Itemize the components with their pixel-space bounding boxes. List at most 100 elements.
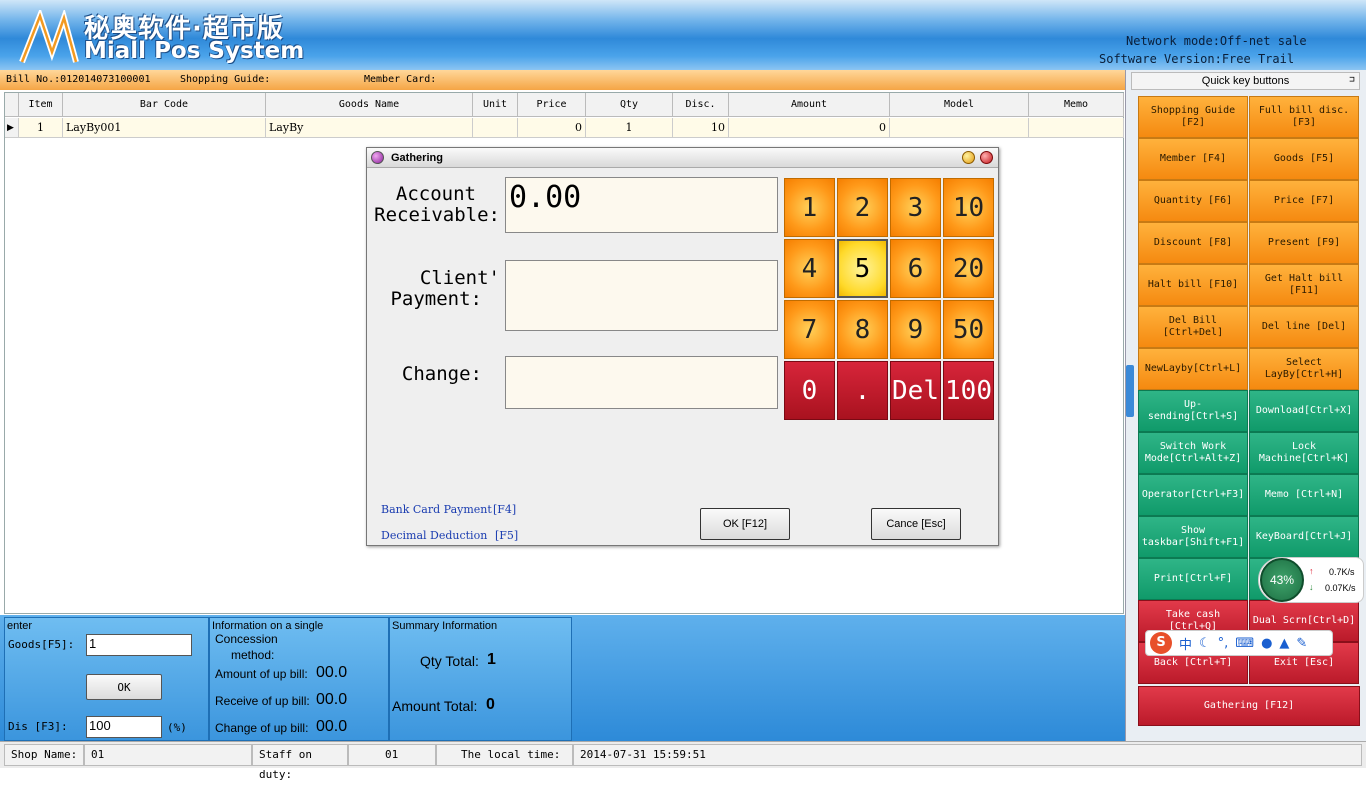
change-up-value: 00.0 — [316, 718, 348, 735]
column-header-unit[interactable]: Unit — [473, 93, 518, 117]
cell-goods-name[interactable]: LayBy — [266, 118, 473, 138]
decimal-deduction-link[interactable]: Decimal Deduction — [381, 529, 487, 542]
software-version-text: Software Version:Free Trail — [1099, 52, 1295, 66]
cell-item[interactable]: 1 — [19, 118, 63, 138]
quick-key-discount-f8[interactable]: Discount [F8] — [1138, 222, 1248, 264]
column-header-model[interactable]: Model — [890, 93, 1029, 117]
dialog-ok-button[interactable]: OK [F12] — [700, 508, 790, 540]
column-header-goods-name[interactable]: Goods Name — [266, 93, 473, 117]
staff-label: Staff on duty: — [252, 744, 348, 781]
keypad-key-3[interactable]: 3 — [890, 178, 941, 237]
quick-key-goods-f5[interactable]: Goods [F5] — [1249, 138, 1359, 180]
quick-key-halt-bill-f10[interactable]: Halt bill [F10] — [1138, 264, 1248, 306]
speed-percent-badge[interactable]: 43% — [1260, 558, 1304, 602]
shopping-guide-label: Shopping Guide: — [180, 74, 271, 85]
ime-chinese-mode[interactable]: 中 — [1179, 634, 1192, 653]
keypad-key-7[interactable]: 7 — [784, 300, 835, 359]
keypad-key-1[interactable]: 1 — [784, 178, 835, 237]
cell-price[interactable]: 0 — [518, 118, 586, 138]
dialog-title-bar[interactable]: Gathering — [367, 148, 998, 168]
quick-key-download-ctrl-x[interactable]: Download[Ctrl+X] — [1249, 390, 1359, 432]
quick-key-show-taskbar-shift-f1[interactable]: Show taskbar[Shift+F1] — [1138, 516, 1248, 558]
ok-button[interactable]: OK — [86, 674, 162, 700]
goods-input[interactable]: 1 — [86, 634, 192, 656]
keypad-key-10[interactable]: 10 — [943, 178, 994, 237]
panel-collapse-handle[interactable] — [1126, 365, 1134, 417]
gathering-button[interactable]: Gathering [F12] — [1138, 686, 1360, 726]
qty-total-label: Qty Total: — [420, 653, 479, 669]
cell-qty[interactable]: 1 — [586, 118, 673, 138]
keypad-key-9[interactable]: 9 — [890, 300, 941, 359]
dis-label: Dis [F3]: — [8, 720, 68, 733]
quick-key-del-line-del[interactable]: Del line [Del] — [1249, 306, 1359, 348]
user-icon[interactable]: ● — [1261, 636, 1272, 651]
column-header-qty[interactable]: Qty — [586, 93, 673, 117]
keypad-key-5[interactable]: 5 — [837, 239, 888, 298]
bill-number: Bill No.:012014073100001 — [6, 74, 151, 85]
quick-key-member-f4[interactable]: Member [F4] — [1138, 138, 1248, 180]
keypad-key-100[interactable]: 100 — [943, 361, 994, 420]
keypad-key-del[interactable]: Del — [890, 361, 941, 420]
cell-amount[interactable]: 0 — [729, 118, 890, 138]
pin-icon[interactable]: ⊐ — [1346, 74, 1358, 86]
half-width-moon-icon[interactable]: ☾ — [1199, 636, 1211, 651]
quick-key-lock-machine-ctrl-k[interactable]: Lock Machine[Ctrl+K] — [1249, 432, 1359, 474]
quick-key-up-sending-ctrl-s[interactable]: Up-sending[Ctrl+S] — [1138, 390, 1248, 432]
receive-up-value: 00.0 — [316, 691, 348, 708]
dialog-cancel-button[interactable]: Cance [Esc] — [871, 508, 961, 540]
local-time-value: 2014-07-31 15:59:51 — [573, 744, 1362, 766]
punctuation-icon[interactable]: °, — [1218, 636, 1229, 651]
keypad-key-0[interactable]: 0 — [784, 361, 835, 420]
bill-info-bar: Bill No.:012014073100001 Shopping Guide:… — [0, 70, 1125, 90]
keypad-key-20[interactable]: 20 — [943, 239, 994, 298]
column-header-disc[interactable]: Disc. — [673, 93, 729, 117]
cell-model[interactable] — [890, 118, 1029, 138]
single-info-title: Information on a single — [212, 620, 324, 632]
client-payment-field[interactable] — [505, 260, 778, 331]
quick-key-newlayby-ctrl-l[interactable]: NewLayby[Ctrl+L] — [1138, 348, 1248, 390]
cell-bar-code[interactable]: LayBy001 — [63, 118, 266, 138]
skin-shirt-icon[interactable]: ▲ — [1279, 636, 1289, 651]
keypad-key-2[interactable]: 2 — [837, 178, 888, 237]
column-header-memo[interactable]: Memo — [1029, 93, 1124, 117]
amount-total-label: Amount Total: — [392, 698, 478, 714]
row-selector-icon[interactable]: ▶ — [5, 118, 19, 138]
quick-key-full-bill-disc-f3[interactable]: Full bill disc. [F3] — [1249, 96, 1359, 138]
quick-key-operator-ctrl-f3[interactable]: Operator[Ctrl+F3] — [1138, 474, 1248, 516]
keypad-key-8[interactable]: 8 — [837, 300, 888, 359]
summary-panel: Summary Information Qty Total: 1 Amount … — [389, 617, 572, 741]
column-header-bar-code[interactable]: Bar Code — [63, 93, 266, 117]
change-up-label: Change of up bill: — [215, 721, 309, 735]
quick-key-price-f7[interactable]: Price [F7] — [1249, 180, 1359, 222]
keyboard-icon[interactable]: ⌨ — [1235, 636, 1254, 651]
column-header-price[interactable]: Price — [518, 93, 586, 117]
column-header-amount[interactable]: Amount — [729, 93, 890, 117]
keypad-key-6[interactable]: 6 — [890, 239, 941, 298]
cell-memo[interactable] — [1029, 118, 1124, 138]
ime-toolbar[interactable]: S 中 ☾ °, ⌨ ● ▲ ✎ — [1145, 630, 1333, 656]
keypad-key-4[interactable]: 4 — [784, 239, 835, 298]
column-header-item[interactable]: Item — [19, 93, 63, 117]
account-receivable-field[interactable]: 0.00 — [505, 177, 778, 233]
quick-key-quantity-f6[interactable]: Quantity [F6] — [1138, 180, 1248, 222]
receive-up-label: Receive of up bill: — [215, 694, 310, 708]
dis-input[interactable]: 100 — [86, 716, 162, 738]
quick-key-print-ctrl-f[interactable]: Print[Ctrl+F] — [1138, 558, 1248, 600]
quick-key-shopping-guide-f2[interactable]: Shopping Guide [F2] — [1138, 96, 1248, 138]
keypad-key-dot[interactable]: . — [837, 361, 888, 420]
cell-unit[interactable] — [473, 118, 518, 138]
change-field[interactable] — [505, 356, 778, 409]
quick-key-get-halt-bill-f11[interactable]: Get Halt bill [F11] — [1249, 264, 1359, 306]
quick-key-keyboard-ctrl-j[interactable]: KeyBoard[Ctrl+J] — [1249, 516, 1359, 558]
wrench-icon[interactable]: ✎ — [1296, 636, 1307, 651]
close-icon[interactable] — [980, 151, 993, 164]
quick-key-switch-work-mode-ctrl-alt-z[interactable]: Switch Work Mode[Ctrl+Alt+Z] — [1138, 432, 1248, 474]
minimize-icon[interactable] — [962, 151, 975, 164]
quick-key-present-f9[interactable]: Present [F9] — [1249, 222, 1359, 264]
quick-key-del-bill-ctrl-del[interactable]: Del Bill [Ctrl+Del] — [1138, 306, 1248, 348]
keypad-key-50[interactable]: 50 — [943, 300, 994, 359]
cell-disc[interactable]: 10 — [673, 118, 729, 138]
quick-key-memo-ctrl-n[interactable]: Memo [Ctrl+N] — [1249, 474, 1359, 516]
bank-card-payment-link[interactable]: Bank Card Payment — [381, 503, 492, 516]
quick-key-select-layby-ctrl-h[interactable]: Select LayBy[Ctrl+H] — [1249, 348, 1359, 390]
